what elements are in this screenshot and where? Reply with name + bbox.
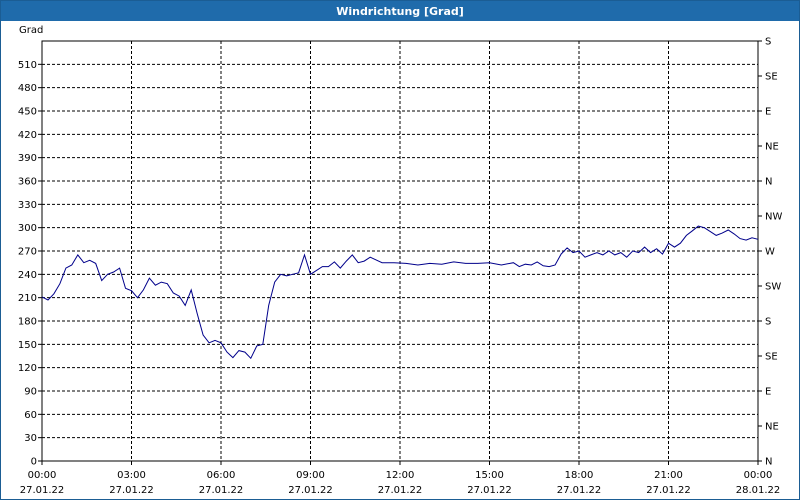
y2-tick-label: SE xyxy=(765,352,778,363)
y-tick-label: 390 xyxy=(18,153,37,164)
x-tick-time: 09:00 xyxy=(296,470,325,481)
y-tick-label: 300 xyxy=(18,223,37,234)
x-tick-date: 27.01.22 xyxy=(109,485,154,496)
y2-tick-label: S xyxy=(765,37,771,48)
y-tick-label: 180 xyxy=(18,317,37,328)
chart-window: Windrichtung [Grad] 0 30 60 90 120 150 180 210 2… xyxy=(0,0,800,500)
x-tick-time: 21:00 xyxy=(654,470,683,481)
y2-tick-label: SE xyxy=(765,72,778,83)
chart-plot: 0 30 60 90 120 150 180 210 240 270 300 330 360 390 420… xyxy=(18,25,783,496)
x-tick-date: 27.01.22 xyxy=(199,485,244,496)
y2-tick-label: E xyxy=(765,387,771,398)
y2-tick-label: S xyxy=(765,317,771,328)
y-tick-label: 480 xyxy=(18,83,37,94)
y-axis-label: Grad xyxy=(19,25,43,36)
x-tick-date: 27.01.22 xyxy=(557,485,602,496)
x-tick-time: 12:00 xyxy=(386,470,415,481)
x-tick-time: 00:00 xyxy=(28,470,57,481)
y-tick-label: 240 xyxy=(18,270,37,281)
y2-tick-label: NW xyxy=(765,212,782,223)
y-tick-label: 150 xyxy=(18,340,37,351)
y-tick-label: 30 xyxy=(24,433,37,444)
y2-tick-label: NE xyxy=(765,142,779,153)
y-tick-label: 360 xyxy=(18,177,37,188)
y-tick-label: 90 xyxy=(24,387,37,398)
y2-tick-label: W xyxy=(765,247,775,258)
y-tick-label: 270 xyxy=(18,247,37,258)
y2-tick-label: NE xyxy=(765,422,779,433)
y2-tick-label: N xyxy=(765,177,772,188)
y-tick-label: 420 xyxy=(18,130,37,141)
x-tick-time: 15:00 xyxy=(475,470,504,481)
x-tick-time: 00:00 xyxy=(744,470,773,481)
x-tick-time: 06:00 xyxy=(207,470,236,481)
y-tick-label: 450 xyxy=(18,107,37,118)
y2-tick-label: E xyxy=(765,107,771,118)
y-tick-label: 0 xyxy=(31,457,37,468)
y-tick-label: 330 xyxy=(18,200,37,211)
y-tick-label: 510 xyxy=(18,60,37,71)
y-tick-label: 120 xyxy=(18,363,37,374)
x-tick-date: 27.01.22 xyxy=(20,485,65,496)
chart-title: Windrichtung [Grad] xyxy=(1,1,799,21)
x-tick-date: 28.01.22 xyxy=(736,485,781,496)
x-tick-date: 27.01.22 xyxy=(646,485,691,496)
y2-tick-label: N xyxy=(765,457,772,468)
x-tick-time: 18:00 xyxy=(565,470,594,481)
y2-tick-label: SW xyxy=(765,282,781,293)
y-tick-label: 210 xyxy=(18,293,37,304)
x-tick-date: 27.01.22 xyxy=(467,485,512,496)
y-tick-label: 60 xyxy=(24,410,37,421)
x-tick-date: 27.01.22 xyxy=(288,485,333,496)
x-tick-date: 27.01.22 xyxy=(378,485,423,496)
x-tick-time: 03:00 xyxy=(117,470,146,481)
